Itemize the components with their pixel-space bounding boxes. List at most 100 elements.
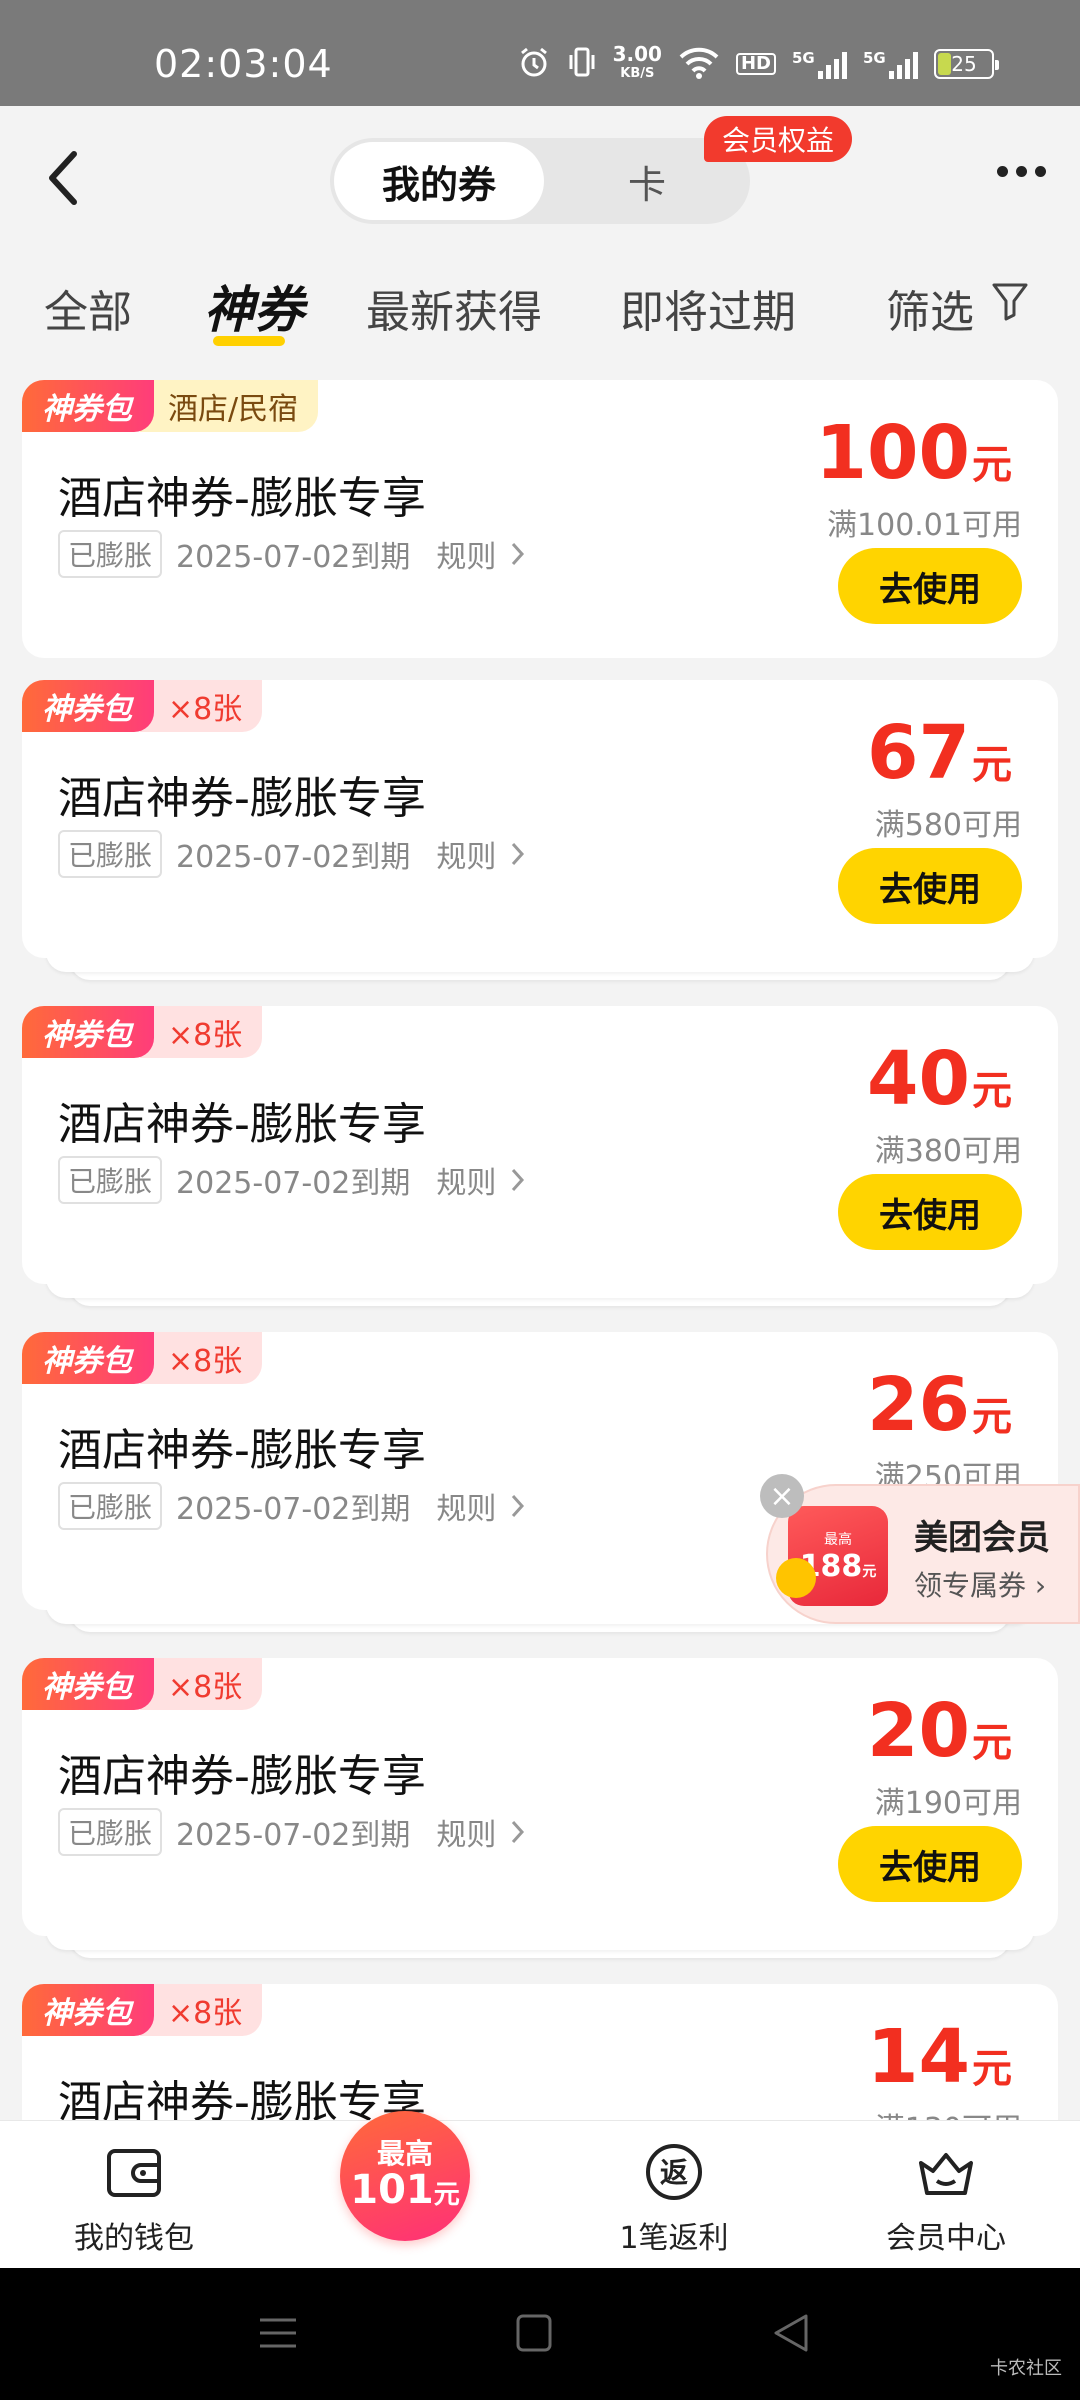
vibrate-icon <box>567 45 597 84</box>
coupon-expiry: 2025-07-02到期 <box>176 840 411 875</box>
segment-control: 我的券 卡 <box>330 138 750 224</box>
coupon-count: ×8张 <box>140 1658 263 1710</box>
coupon-tag-label: 神券包 <box>22 1984 154 2036</box>
amount-unit: 元 <box>972 1720 1012 1766</box>
coupon-tag-label: 神券包 <box>22 380 154 432</box>
rule-link[interactable]: 规则 <box>436 1158 496 1202</box>
signal-5g-2-icon: 5G <box>863 49 918 79</box>
hd-icon: HD <box>735 53 776 75</box>
reward-unit: 元 <box>433 2180 460 2210</box>
coupon-amount: 100 元 <box>816 416 1012 490</box>
coupon-expiry: 2025-07-02到期 <box>176 1166 411 1201</box>
use-button[interactable]: 去使用 <box>838 1826 1022 1902</box>
coupon-meta: 已膨胀 2025-07-02到期 规则 <box>58 1808 526 1856</box>
coupon-card-body[interactable]: 神券包 ×8张 酒店神券-膨胀专享 14 元 满130可用 <box>22 1984 1058 2120</box>
expanded-pill: 已膨胀 <box>58 1156 163 1204</box>
nav-wallet[interactable]: 我的钱包 <box>34 2141 234 2257</box>
coupon-meta: 已膨胀 2025-07-02到期 规则 <box>58 830 526 878</box>
max-reward-button[interactable]: 最高 101元 <box>340 2111 470 2241</box>
coupon-title: 酒店神券-膨胀专享 <box>58 2077 426 2120</box>
expanded-pill: 已膨胀 <box>58 530 163 578</box>
coupon-card-body[interactable]: 神券包 酒店/民宿 酒店神券-膨胀专享 已膨胀 2025-07-02到期 规则 … <box>22 380 1058 658</box>
back-arrow-icon[interactable] <box>40 148 90 208</box>
amount-value: 14 <box>867 2014 970 2100</box>
expanded-pill: 已膨胀 <box>58 830 163 878</box>
alarm-icon <box>517 45 551 84</box>
coupon-tag: 神券包 ×8张 <box>22 680 263 732</box>
coupon-tag: 神券包 酒店/民宿 <box>22 380 319 432</box>
tab-newest[interactable]: 最新获得 <box>366 276 542 340</box>
nav-member-center[interactable]: 会员中心 <box>846 2141 1046 2257</box>
coupon-category: 酒店/民宿 <box>140 380 319 432</box>
amount-value: 26 <box>867 1362 970 1448</box>
coupon-amount: 40 元 <box>867 1042 1012 1116</box>
coupon-condition: 满190可用 <box>874 1786 1022 1821</box>
coupon-card-body[interactable]: 神券包 ×8张 酒店神券-膨胀专享 已膨胀 2025-07-02到期 规则 40… <box>22 1006 1058 1284</box>
more-icon[interactable] <box>997 166 1046 177</box>
coupon-tag-label: 神券包 <box>22 1332 154 1384</box>
coupon-count: ×8张 <box>140 1332 263 1384</box>
rebate-icon-text: 返 <box>660 2156 688 2189</box>
amount-value: 20 <box>867 1688 970 1774</box>
vip-benefits-badge[interactable]: 会员权益 <box>704 116 853 162</box>
nav-rebate-label: 1笔返利 <box>619 2221 729 2256</box>
home-icon[interactable] <box>504 2308 564 2358</box>
tab-expiring[interactable]: 即将过期 <box>620 276 796 340</box>
coupon-card-body[interactable]: 神券包 ×8张 酒店神券-膨胀专享 已膨胀 2025-07-02到期 规则 20… <box>22 1658 1058 1936</box>
use-button[interactable]: 去使用 <box>838 848 1022 924</box>
back-icon[interactable] <box>762 2308 822 2358</box>
gift-top-label: 最高 <box>824 1531 852 1548</box>
coupon-count: ×8张 <box>140 680 263 732</box>
system-nav-bar: 卡农社区 <box>0 2268 1080 2400</box>
tab-god-coupons[interactable]: 神券 <box>204 270 304 342</box>
rule-link[interactable]: 规则 <box>436 1484 496 1528</box>
promo-subtitle: 领专属券 › <box>914 1569 1047 1602</box>
nav-rebate[interactable]: 返 1笔返利 <box>574 2141 774 2257</box>
use-button[interactable]: 去使用 <box>838 1174 1022 1250</box>
chevron-right-icon <box>512 842 525 866</box>
gift-unit: 元 <box>862 1563 877 1580</box>
coupon-card-body[interactable]: 神券包 ×8张 酒店神券-膨胀专享 已膨胀 2025-07-02到期 规则 67… <box>22 680 1058 958</box>
coupon-list: 神券包 酒店/民宿 酒店神券-膨胀专享 已膨胀 2025-07-02到期 规则 … <box>0 376 1080 2120</box>
amount-unit: 元 <box>972 742 1012 788</box>
wifi-icon <box>678 45 720 84</box>
rule-link[interactable]: 规则 <box>436 832 496 876</box>
amount-value: 40 <box>867 1036 970 1122</box>
rebate-icon: 返 <box>646 2144 702 2200</box>
rule-link[interactable]: 规则 <box>436 532 496 576</box>
amount-unit: 元 <box>972 1068 1012 1114</box>
coupon-title: 酒店神券-膨胀专享 <box>58 1099 426 1150</box>
coupon-title: 酒店神券-膨胀专享 <box>58 473 426 524</box>
filter-icon[interactable] <box>990 280 1030 322</box>
use-button[interactable]: 去使用 <box>838 548 1022 624</box>
coupon-meta: 已膨胀 2025-07-02到期 规则 <box>58 530 526 578</box>
coupon-title: 酒店神券-膨胀专享 <box>58 773 426 824</box>
amount-unit: 元 <box>972 2046 1012 2092</box>
status-time: 02:03:04 <box>154 42 333 86</box>
coupon-amount: 67 元 <box>867 716 1012 790</box>
menu-icon[interactable] <box>248 2308 308 2358</box>
battery-icon: 25 <box>934 49 999 79</box>
coupon-condition: 满380可用 <box>874 1134 1022 1169</box>
filter-tabs: 全部 神券 最新获得 即将过期 筛选 <box>0 236 1080 356</box>
chevron-right-icon <box>512 1168 525 1192</box>
coupon-tag-label: 神券包 <box>22 1658 154 1710</box>
coupon-meta: 已膨胀 2025-07-02到期 规则 <box>58 1156 526 1204</box>
coupon-tag: 神券包 ×8张 <box>22 1006 263 1058</box>
coupon-title: 酒店神券-膨胀专享 <box>58 1425 426 1476</box>
net1-label: 5G <box>792 49 815 67</box>
segment-my-coupons[interactable]: 我的券 <box>334 142 544 220</box>
close-icon[interactable]: × <box>760 1474 804 1518</box>
coupon-tag: 神券包 ×8张 <box>22 1332 263 1384</box>
network-speed: 3.00 KB/S <box>613 44 662 84</box>
chevron-right-icon <box>512 542 525 566</box>
tab-all[interactable]: 全部 <box>44 276 132 340</box>
crown-icon <box>919 2153 973 2195</box>
net2-label: 5G <box>863 49 886 67</box>
coupon-amount: 20 元 <box>867 1694 1012 1768</box>
tab-filter[interactable]: 筛选 <box>886 276 974 340</box>
member-promo-widget[interactable]: 最高 188元 美团会员 领专属券 › <box>766 1484 1080 1624</box>
watermark: 卡农社区 <box>990 2358 1062 2379</box>
signal-5g-1-icon: 5G <box>792 49 847 79</box>
rule-link[interactable]: 规则 <box>436 1810 496 1854</box>
